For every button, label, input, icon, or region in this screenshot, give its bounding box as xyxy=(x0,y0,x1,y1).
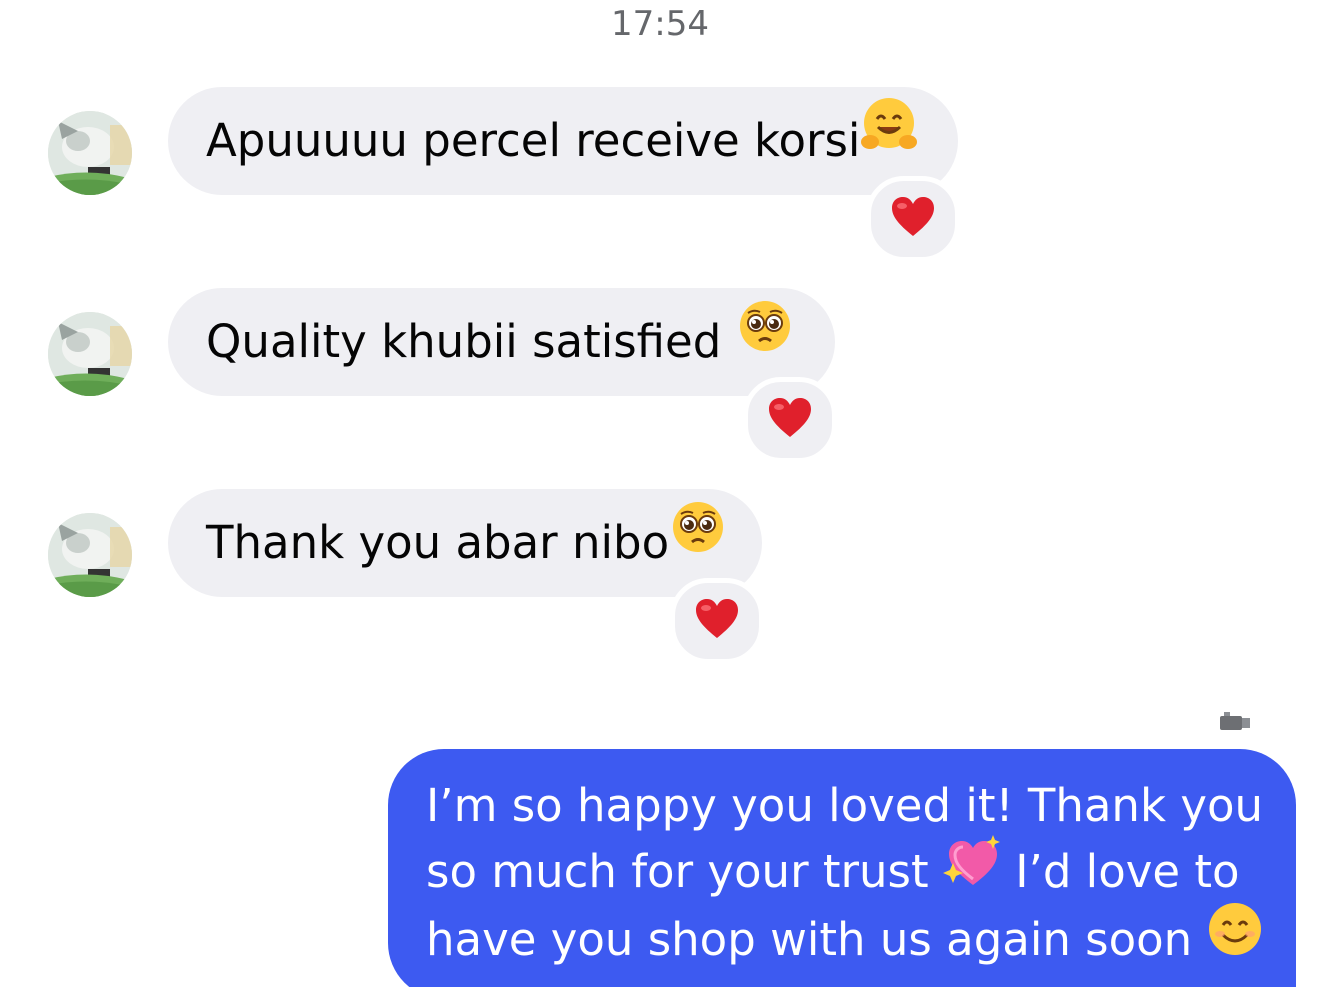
sender-avatar[interactable] xyxy=(48,513,132,597)
heart-icon xyxy=(767,397,813,443)
message-line: I’m so happy you loved it! Thank you xyxy=(426,779,1264,832)
incoming-message-bubble[interactable]: Thank you abar nibo xyxy=(168,489,762,597)
chat-thread: 17:54 Apuuuuu percel receive korsi Quali… xyxy=(0,0,1320,987)
outgoing-message-bubble[interactable]: I’m so happy you loved it! Thank you so … xyxy=(388,749,1296,987)
message-line: have you shop with us again soon xyxy=(426,903,1266,975)
smiling-face-emoji xyxy=(1207,901,1263,975)
message-text: Apuuuuu percel receive korsi xyxy=(206,114,861,167)
seen-avatar-icon xyxy=(1218,710,1252,738)
message-text: Quality khubii satisfied xyxy=(206,315,736,368)
heart-reaction[interactable] xyxy=(743,377,837,463)
incoming-message-bubble[interactable]: Apuuuuu percel receive korsi xyxy=(168,87,958,195)
sender-avatar[interactable] xyxy=(48,312,132,396)
heart-reaction[interactable] xyxy=(670,578,764,664)
heart-reaction[interactable] xyxy=(866,176,960,262)
heart-icon xyxy=(890,196,936,242)
sender-avatar[interactable] xyxy=(48,111,132,195)
message-timestamp: 17:54 xyxy=(611,4,709,44)
message-line: so much for your trust I’d love to xyxy=(426,835,1266,907)
sparkling-heart-emoji xyxy=(942,833,1001,907)
message-text: Thank you abar nibo xyxy=(206,516,670,569)
message-text: I’d love to xyxy=(1000,845,1240,898)
message-text: have you shop with us again soon xyxy=(426,913,1207,966)
incoming-message-bubble[interactable]: Quality khubii satisfied xyxy=(168,288,835,396)
heart-icon xyxy=(694,598,740,644)
message-text: so much for your trust xyxy=(426,845,943,898)
